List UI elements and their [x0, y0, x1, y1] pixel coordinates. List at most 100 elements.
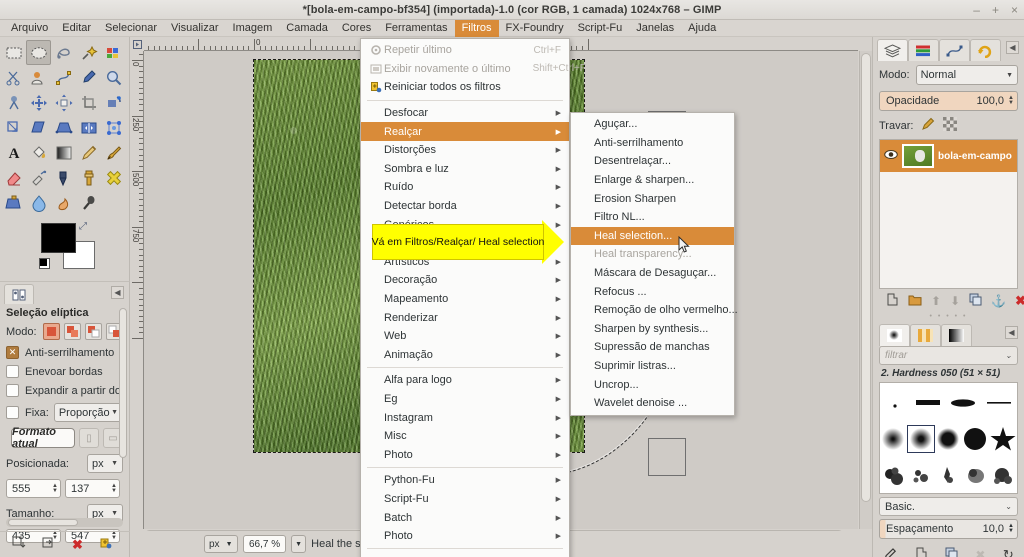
menubar-item-arquivo[interactable]: Arquivo [4, 20, 55, 37]
portrait-orientation-button[interactable]: ▯ [79, 428, 99, 448]
dock-menu-arrow-icon[interactable]: ◀ [111, 286, 124, 299]
new-brush-icon[interactable] [915, 547, 928, 557]
rotate-icon[interactable] [101, 90, 126, 115]
brush-filter-input[interactable]: filtrar ⌄ [879, 346, 1018, 365]
reset-colors-icon[interactable] [39, 258, 50, 269]
cage-transform-icon[interactable] [101, 115, 126, 140]
close-button[interactable]: × [1011, 4, 1018, 16]
stepper-icon[interactable]: ▲ ▼ [52, 483, 58, 494]
current-format-button[interactable]: Formato atual [11, 426, 75, 450]
eraser-icon[interactable] [1, 165, 26, 190]
tool-options-hscrollbar[interactable] [6, 518, 123, 527]
menubar-item-filtros[interactable]: Filtros [454, 19, 499, 37]
opacity-slider[interactable]: Opacidade 100,0 ▲ ▼ [879, 91, 1018, 111]
menu-item-agu-ar[interactable]: Aguçar... [571, 115, 734, 134]
menu-item-renderizar[interactable]: Renderizar ▶ [361, 308, 569, 327]
brush-tag-combo[interactable]: Basic. ⌄ [879, 497, 1018, 516]
menu-item-erosion-sharpen[interactable]: Erosion Sharpen [571, 189, 734, 208]
menu-item-supress-o-de-manchas[interactable]: Supressão de manchas [571, 338, 734, 357]
menubar-item-janelas[interactable]: Janelas [629, 20, 681, 37]
menubar-item-ferramentas[interactable]: Ferramentas [378, 20, 454, 37]
zoom-dropdown-button[interactable]: ▼ [291, 535, 307, 553]
restore-options-icon[interactable] [42, 536, 56, 553]
canvas-vertical-scrollbar[interactable] [859, 51, 872, 529]
dodge-burn-icon[interactable] [76, 190, 101, 215]
brush-grid[interactable] [879, 382, 1018, 494]
reset-options-icon[interactable] [99, 536, 113, 553]
menu-item-sharpen-by-synthesis[interactable]: Sharpen by synthesis... [571, 320, 734, 339]
menubar-item-imagem[interactable]: Imagem [226, 20, 280, 37]
clone-icon[interactable] [76, 165, 101, 190]
menu-item-real-ar[interactable]: Realçar ▶ [361, 122, 569, 141]
foreground-select-icon[interactable] [26, 65, 51, 90]
move-icon[interactable] [26, 90, 51, 115]
list-item[interactable]: bola-em-campo [880, 140, 1017, 172]
measure-icon[interactable] [1, 90, 26, 115]
pencil-icon[interactable] [76, 140, 101, 165]
stepper-icon[interactable]: ▲ ▼ [111, 483, 117, 494]
menubar-item-editar[interactable]: Editar [55, 20, 98, 37]
delete-layer-icon[interactable]: ✖ [1015, 293, 1024, 309]
feather-row[interactable]: Enevoar bordas [6, 365, 123, 378]
delete-options-icon[interactable]: ✖ [72, 537, 83, 553]
lower-layer-icon[interactable]: ⬇ [950, 294, 960, 308]
menu-item-enlarge-sharpen[interactable]: Enlarge & sharpen... [571, 171, 734, 190]
menubar-item-visualizar[interactable]: Visualizar [164, 20, 226, 37]
menu-item-eg[interactable]: Eg ▶ [361, 390, 569, 409]
raise-layer-icon[interactable]: ⬆ [931, 294, 941, 308]
expand-center-checkbox[interactable] [6, 384, 19, 397]
refresh-brushes-icon[interactable]: ↻ [1003, 547, 1014, 557]
fixed-checkbox[interactable] [6, 406, 19, 419]
ink-icon[interactable] [51, 165, 76, 190]
patterns-tab-icon[interactable] [910, 324, 941, 346]
menubar-item-fx-foundry[interactable]: FX-Foundry [499, 20, 571, 37]
menu-item-ru-do[interactable]: Ruído ▶ [361, 178, 569, 197]
bucket-fill-icon[interactable] [26, 140, 51, 165]
channels-tab-icon[interactable] [908, 39, 939, 61]
fixed-aspect-combo[interactable]: Proporção ▼ [53, 403, 123, 422]
color-area[interactable]: ⤢ [1, 219, 129, 277]
paths-icon[interactable] [51, 65, 76, 90]
gradient-icon[interactable] [51, 140, 76, 165]
menubar-item-selecionar[interactable]: Selecionar [98, 20, 164, 37]
menu-item-wavelet-denoise[interactable]: Wavelet denoise ... [571, 394, 734, 413]
menu-item-instagram[interactable]: Instagram ▶ [361, 408, 569, 427]
fixed-row[interactable]: Fixa: Proporção ▼ [6, 403, 123, 422]
menu-item-reiniciar-todos-os-filtros[interactable]: Reiniciar todos os filtros [361, 78, 569, 97]
dock-separator[interactable]: • • • • • [873, 313, 1024, 320]
new-layer-icon[interactable] [886, 293, 899, 309]
foreground-color-swatch[interactable] [41, 223, 76, 253]
menu-item-g-mic[interactable]: G'MIC [361, 552, 569, 557]
select-by-color-icon[interactable] [101, 40, 126, 65]
feather-checkbox[interactable] [6, 365, 19, 378]
menu-item-anima-o[interactable]: Animação ▶ [361, 346, 569, 365]
vertical-ruler[interactable]: 0 250 500 750 [130, 51, 144, 529]
minimize-button[interactable]: – [973, 4, 980, 16]
duplicate-brush-icon[interactable] [945, 547, 958, 557]
undo-history-tab-icon[interactable] [970, 39, 1001, 61]
antialias-checkbox[interactable]: ✕ [6, 346, 19, 359]
position-y-input[interactable]: 137 ▲ ▼ [65, 479, 120, 498]
color-picker-icon[interactable] [76, 65, 101, 90]
menubar-item-camada[interactable]: Camada [279, 20, 335, 37]
menu-item-filtro-nl[interactable]: Filtro NL... [571, 208, 734, 227]
tool-options-vscrollbar[interactable] [119, 308, 127, 528]
brushes-tab-icon[interactable] [879, 324, 910, 346]
antialias-row[interactable]: ✕ Anti-serrilhamento [6, 346, 123, 359]
menu-item-alfa-para-logo[interactable]: Alfa para logo ▶ [361, 371, 569, 390]
duplicate-layer-icon[interactable] [969, 293, 982, 309]
zoom-input[interactable]: 66,7 % [243, 535, 287, 553]
airbrush-icon[interactable] [26, 165, 51, 190]
text-icon[interactable]: A [1, 140, 26, 165]
shear-icon[interactable] [26, 115, 51, 140]
menu-item-decora-o[interactable]: Decoração ▶ [361, 271, 569, 290]
flip-icon[interactable] [76, 115, 101, 140]
menu-item-script-fu[interactable]: Script-Fu ▶ [361, 490, 569, 509]
stepper-icon[interactable]: ▲ ▼ [1008, 523, 1014, 534]
menu-item-photo[interactable]: Photo ▶ [361, 527, 569, 546]
save-options-icon[interactable] [12, 536, 26, 553]
delete-brush-icon[interactable]: ✖ [975, 548, 985, 557]
menu-item-desfocar[interactable]: Desfocar ▶ [361, 104, 569, 123]
menu-item-detectar-borda[interactable]: Detectar borda ▶ [361, 197, 569, 216]
menu-item-web[interactable]: Web ▶ [361, 327, 569, 346]
